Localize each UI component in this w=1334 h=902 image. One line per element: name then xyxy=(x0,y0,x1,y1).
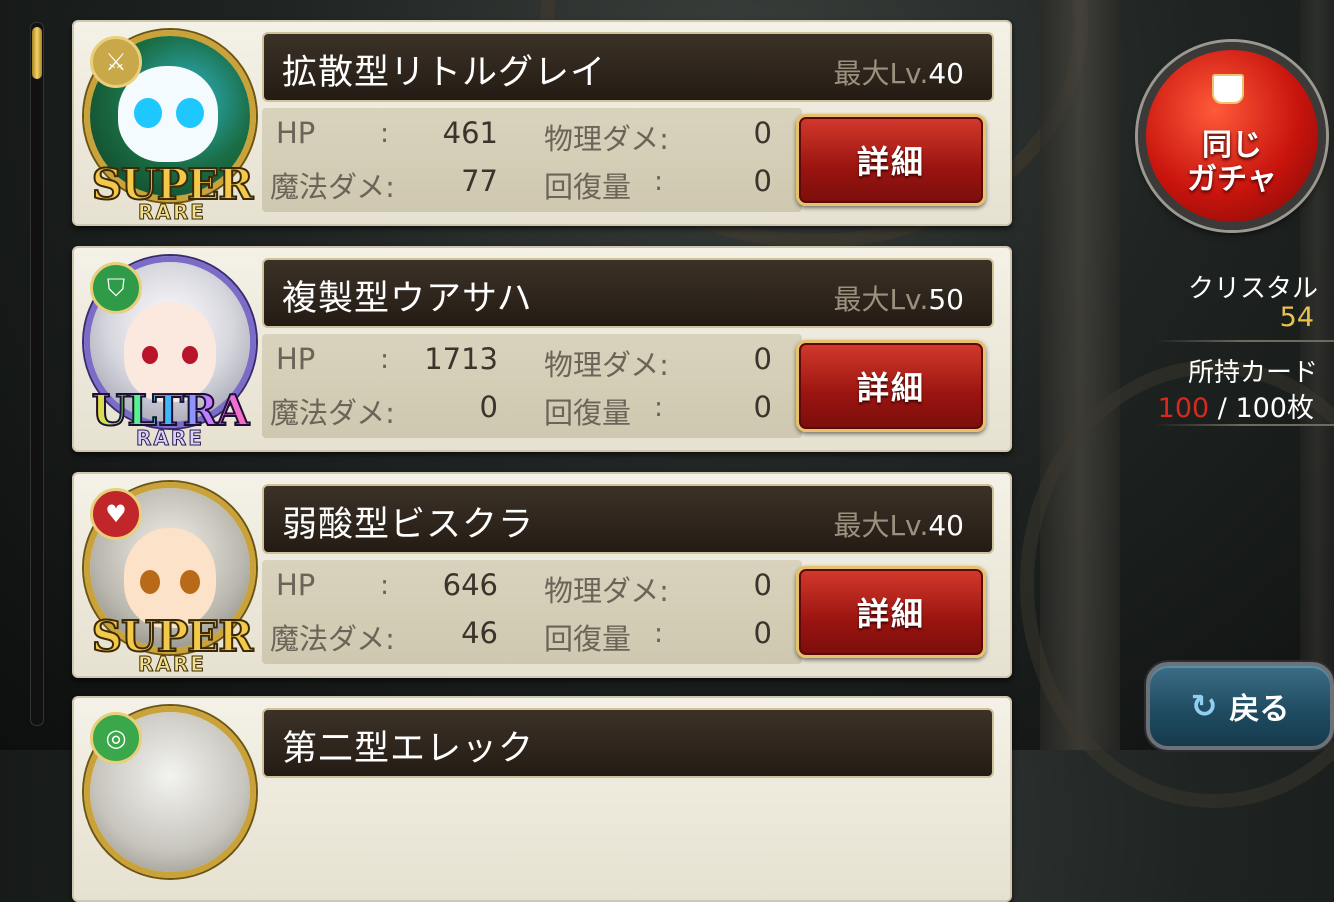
crystal-value: 54 xyxy=(1279,302,1314,333)
card-name: 弱酸型ビスクラ xyxy=(282,505,535,545)
divider xyxy=(1154,340,1334,342)
hp-value: 646 xyxy=(442,568,498,602)
hp-value: 461 xyxy=(442,116,498,150)
heal-value: 0 xyxy=(753,616,772,650)
hp-label: HP xyxy=(276,342,316,376)
owned-cards-label: 所持カード xyxy=(1187,358,1318,388)
swirl-icon: ◎ xyxy=(90,712,142,764)
back-label: 戻る xyxy=(1229,692,1290,727)
divider xyxy=(1154,424,1334,426)
card-name: 複製型ウアサハ xyxy=(282,279,533,319)
phys-damage-value: 0 xyxy=(753,116,772,150)
rarity-badge: SUPER RARE xyxy=(91,160,254,224)
hp-value: 1713 xyxy=(424,342,498,376)
magic-damage-value: 46 xyxy=(461,616,498,650)
heal-label: 回復量 xyxy=(544,170,632,204)
phys-damage-label: 物理ダメ: xyxy=(544,574,669,608)
card-row[interactable]: ⛉ ULTRA RARE 複製型ウアサハ 最大Lv.50 HP : 1713 物… xyxy=(72,246,1012,452)
card-name: 第二型エレック xyxy=(282,729,535,769)
phys-damage-label: 物理ダメ: xyxy=(544,348,669,382)
card-row[interactable]: ⚔ SUPER RARE 拡散型リトルグレイ 最大Lv.40 HP : 461 … xyxy=(72,20,1012,226)
magic-damage-value: 77 xyxy=(461,164,498,198)
heal-value: 0 xyxy=(753,390,772,424)
heal-label: 回復量 xyxy=(544,396,632,430)
back-button[interactable]: ↻ 戻る xyxy=(1146,662,1334,750)
detail-button[interactable]: 詳細 xyxy=(796,340,986,432)
owned-cards-count: 100 / 100枚 xyxy=(1157,393,1314,424)
max-level: 最大Lv.40 xyxy=(833,509,964,542)
stats-panel: HP : 461 物理ダメ: 0 魔法ダメ: 77 回復量 : 0 xyxy=(262,108,802,212)
max-level: 最大Lv.50 xyxy=(833,283,964,316)
phys-damage-value: 0 xyxy=(753,342,772,376)
card-name-bar: 第二型エレック xyxy=(262,708,994,778)
phys-damage-label: 物理ダメ: xyxy=(544,122,669,156)
detail-button[interactable]: 詳細 xyxy=(796,566,986,658)
swords-icon: ⚔ xyxy=(90,36,142,88)
rarity-badge: SUPER RARE xyxy=(91,612,254,676)
hp-label: HP xyxy=(276,116,316,150)
shield-icon: ⛉ xyxy=(90,262,142,314)
heal-value: 0 xyxy=(753,164,772,198)
card-name-bar: 拡散型リトルグレイ 最大Lv.40 xyxy=(262,32,994,102)
heart-icon: ♥ xyxy=(90,488,142,540)
scrollbar-thumb[interactable] xyxy=(32,27,42,79)
magic-damage-label: 魔法ダメ: xyxy=(270,170,395,204)
heal-label: 回復量 xyxy=(544,622,632,656)
scrollbar-track[interactable] xyxy=(30,22,44,726)
phys-damage-value: 0 xyxy=(753,568,772,602)
max-level: 最大Lv.40 xyxy=(833,57,964,90)
card-row[interactable]: ◎ 第二型エレック xyxy=(72,696,1012,902)
card-name: 拡散型リトルグレイ xyxy=(282,53,607,93)
rarity-badge: ULTRA RARE xyxy=(91,386,250,450)
cup-icon xyxy=(1212,74,1244,104)
stats-panel: HP : 1713 物理ダメ: 0 魔法ダメ: 0 回復量 : 0 xyxy=(262,334,802,438)
magic-damage-value: 0 xyxy=(479,390,498,424)
same-gacha-label-line2: ガチャ xyxy=(1187,162,1277,197)
magic-damage-label: 魔法ダメ: xyxy=(270,622,395,656)
stats-panel: HP : 646 物理ダメ: 0 魔法ダメ: 46 回復量 : 0 xyxy=(262,560,802,664)
same-gacha-button[interactable]: 同じ ガチャ xyxy=(1138,42,1326,230)
card-row[interactable]: ♥ SUPER RARE 弱酸型ビスクラ 最大Lv.40 HP : 646 物理… xyxy=(72,472,1012,678)
hp-label: HP xyxy=(276,568,316,602)
magic-damage-label: 魔法ダメ: xyxy=(270,396,395,430)
card-name-bar: 弱酸型ビスクラ 最大Lv.40 xyxy=(262,484,994,554)
return-arrow-icon: ↻ xyxy=(1190,687,1218,725)
card-name-bar: 複製型ウアサハ 最大Lv.50 xyxy=(262,258,994,328)
detail-button[interactable]: 詳細 xyxy=(796,114,986,206)
crystal-label: クリスタル xyxy=(1187,274,1318,304)
